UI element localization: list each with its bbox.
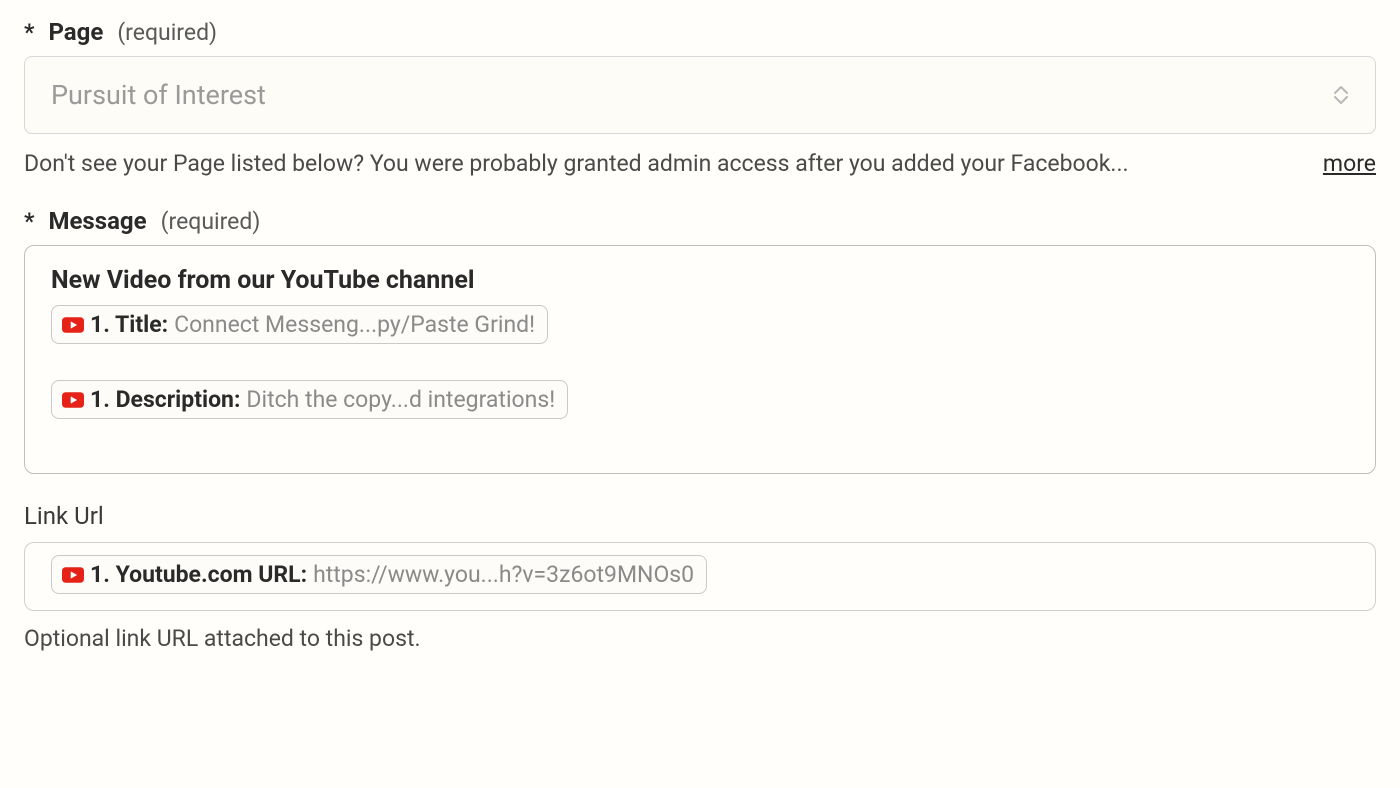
youtube-icon xyxy=(62,317,84,333)
linkurl-label: Link Url xyxy=(24,502,1376,530)
page-label: Page xyxy=(48,18,103,46)
page-select-value: Pursuit of Interest xyxy=(51,79,266,111)
youtube-icon xyxy=(62,392,84,408)
token-value: Connect Messeng...py/Paste Grind! xyxy=(174,311,535,338)
token-value: https://www.you...h?v=3z6ot9MNOs0 xyxy=(313,561,694,588)
page-help-text: Don't see your Page listed below? You we… xyxy=(24,148,1303,179)
message-field: * Message (required) New Video from our … xyxy=(24,207,1376,474)
linkurl-field: Link Url 1. Youtube.com URL: https://www… xyxy=(24,502,1376,652)
message-label-row: * Message (required) xyxy=(24,207,1376,235)
linkurl-description: Optional link URL attached to this post. xyxy=(24,625,1376,652)
select-chevrons-icon xyxy=(1333,85,1349,105)
token-label: 1. Title: xyxy=(90,311,168,338)
required-asterisk: * xyxy=(24,208,34,235)
token-value: Ditch the copy...d integrations! xyxy=(246,386,555,413)
message-intro-text: New Video from our YouTube channel xyxy=(51,266,1349,295)
page-label-row: * Page (required) xyxy=(24,18,1376,46)
message-required-text: (required) xyxy=(161,208,261,235)
message-token-title[interactable]: 1. Title: Connect Messeng...py/Paste Gri… xyxy=(51,305,548,344)
page-select[interactable]: Pursuit of Interest xyxy=(24,56,1376,134)
youtube-icon xyxy=(62,567,84,583)
page-help-row: Don't see your Page listed below? You we… xyxy=(24,148,1376,179)
token-label: 1. Youtube.com URL: xyxy=(90,561,307,588)
linkurl-input[interactable]: 1. Youtube.com URL: https://www.you...h?… xyxy=(24,542,1376,611)
linkurl-token[interactable]: 1. Youtube.com URL: https://www.you...h?… xyxy=(51,555,707,594)
required-asterisk: * xyxy=(24,19,34,46)
message-token-description[interactable]: 1. Description: Ditch the copy...d integ… xyxy=(51,380,568,419)
message-textarea[interactable]: New Video from our YouTube channel 1. Ti… xyxy=(24,245,1376,474)
message-label: Message xyxy=(48,207,146,235)
page-required-text: (required) xyxy=(117,19,217,46)
more-link[interactable]: more xyxy=(1323,150,1376,177)
token-label: 1. Description: xyxy=(90,386,240,413)
page-field: * Page (required) Pursuit of Interest Do… xyxy=(24,18,1376,179)
